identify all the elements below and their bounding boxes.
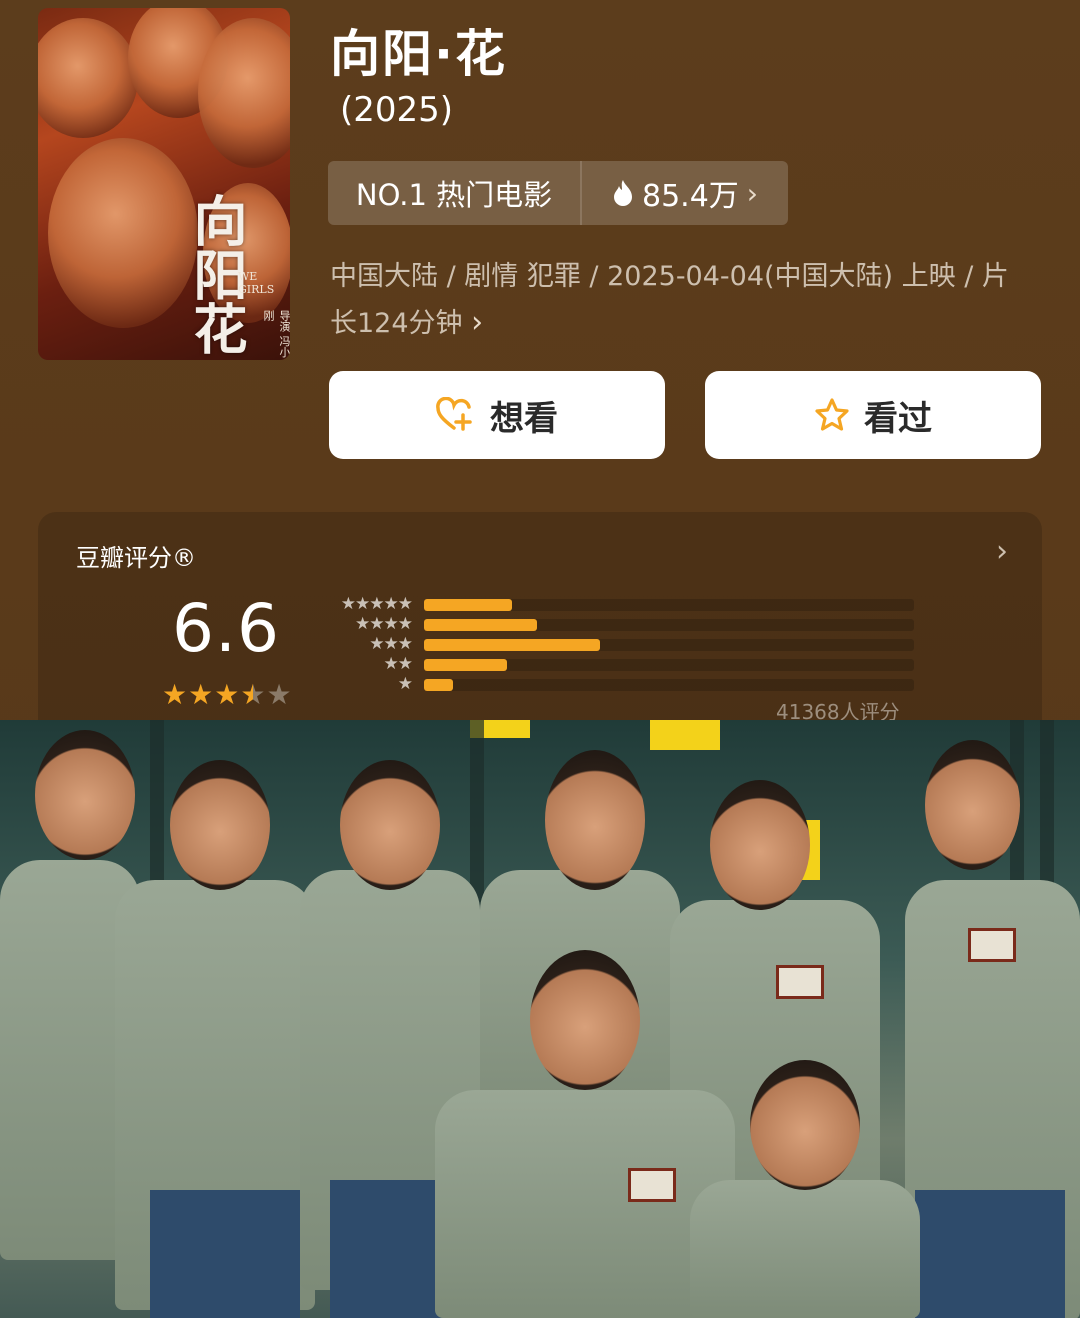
row-stars-icon: ★★★★★ [340, 594, 413, 614]
rating-row-4: ★★★★ [322, 614, 942, 636]
douban-rating-card[interactable]: 豆瓣评分® › 6.6 ★★★★★ ★★★★★ ★★★★ ★★★ ★★ ★ 41368人… [38, 512, 1042, 752]
rating-bar-track [424, 639, 914, 651]
figure-head [545, 750, 645, 890]
row-stars-icon: ★★ [383, 654, 414, 674]
rank-label: NO.1 热门电影 [328, 161, 582, 225]
poster-face [48, 138, 198, 328]
rating-bar-track [424, 659, 914, 671]
poster-calligraphy-title: 向阳花 [184, 193, 248, 355]
rating-bar-fill [424, 659, 508, 671]
rating-score: 6.6 [172, 590, 280, 667]
figure-head [750, 1060, 860, 1190]
rating-distribution: ★★★★★ ★★★★ ★★★ ★★ ★ [322, 594, 942, 696]
ranking-box[interactable]: NO.1 热门电影 85.4万 › [328, 161, 788, 225]
rating-bar-fill [424, 599, 513, 611]
rating-bar-fill [424, 639, 601, 651]
figure [690, 1180, 920, 1318]
rating-row-5: ★★★★★ [322, 594, 942, 616]
seen-label: 看过 [864, 398, 932, 439]
prisoner-badge [628, 1168, 676, 1202]
chevron-right-icon: › [996, 534, 1008, 569]
prisoner-badge [776, 965, 824, 999]
figure-head [35, 730, 135, 860]
row-stars-icon: ★★★★ [355, 614, 413, 634]
movie-meta[interactable]: 中国大陆 / 剧情 犯罪 / 2025-04-04(中国大陆) 上映 / 片长1… [330, 254, 1030, 347]
star-outline-icon [815, 398, 849, 431]
rating-stars: ★★★★★ [162, 678, 293, 711]
star-icon: ★ [162, 678, 189, 711]
figure-head [710, 780, 810, 910]
figure-head [530, 950, 640, 1090]
figure-pants [150, 1190, 300, 1318]
rating-bar-track [424, 679, 914, 691]
figure-head [170, 760, 270, 890]
rating-row-2: ★★ [322, 654, 942, 676]
rating-bar-fill [424, 679, 454, 691]
heat-value: 85.4万 [642, 179, 739, 214]
rating-row-3: ★★★ [322, 634, 942, 656]
movie-poster[interactable]: 向阳花 WE GIRLS 导演 冯小刚 [38, 8, 290, 360]
watched-button[interactable]: 看过 [705, 371, 1041, 459]
rating-bar-track [424, 619, 914, 631]
figure-head [340, 760, 440, 890]
movie-still-image [0, 720, 1080, 1318]
meta-text: 中国大陆 / 剧情 犯罪 / 2025-04-04(中国大陆) 上映 / 片长1… [330, 261, 1009, 339]
poster-director: 导演 冯小刚 [262, 310, 290, 358]
rating-section-title: 豆瓣评分® [76, 544, 196, 572]
movie-title: 向阳·花 [330, 25, 507, 83]
figure-head [925, 740, 1020, 870]
star-empty-icon: ★ [266, 678, 293, 711]
half-star-icon: ★ [240, 678, 267, 711]
chevron-right-icon: › [471, 305, 484, 340]
movie-year: (2025) [340, 90, 454, 130]
heart-plus-icon [436, 397, 472, 431]
heat-button[interactable]: 85.4万 › [582, 171, 788, 215]
rating-bar-fill [424, 619, 537, 631]
still-decor [650, 720, 720, 750]
flame-icon [614, 180, 632, 206]
want-label: 想看 [490, 398, 558, 439]
want-to-watch-button[interactable]: 想看 [329, 371, 665, 459]
row-stars-icon: ★ [397, 674, 413, 694]
star-icon: ★ [214, 678, 241, 711]
rating-bar-track [424, 599, 914, 611]
poster-english-title: WE GIRLS [238, 270, 275, 296]
chevron-right-icon: › [746, 176, 758, 210]
poster-face [38, 18, 138, 138]
rating-row-1: ★ [322, 674, 942, 696]
row-stars-icon: ★★★ [369, 634, 413, 654]
star-icon: ★ [188, 678, 215, 711]
figure-pants [915, 1190, 1065, 1318]
prisoner-badge [968, 928, 1016, 962]
